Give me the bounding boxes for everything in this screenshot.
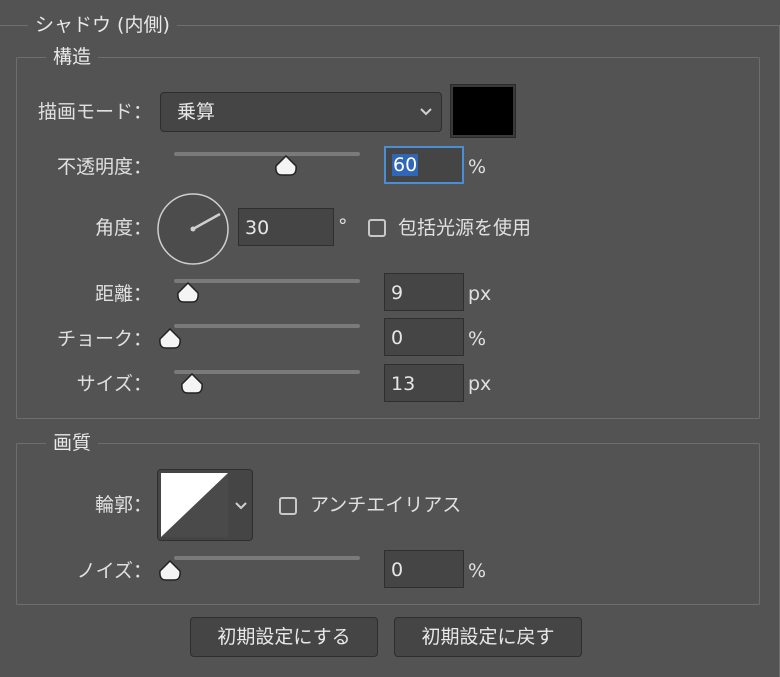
choke-unit: % [468,328,487,350]
choke-slider-thumb[interactable] [158,328,182,350]
size-input[interactable]: 13 [384,364,464,402]
angle-value: 30 [245,217,270,239]
opacity-input[interactable]: 60 [384,146,464,184]
distance-input[interactable]: 9 [384,273,464,311]
distance-slider-thumb[interactable] [176,282,200,304]
distance-label: 距離： [94,283,152,305]
blend-mode-label: 描画モード： [37,101,152,123]
distance-value: 9 [391,282,404,304]
panel-title: シャドウ (内側) [28,13,177,37]
noise-label: ノイズ： [76,560,152,582]
shadow-color-swatch[interactable] [450,84,516,138]
noise-value: 0 [391,559,404,581]
angle-unit: ° [338,215,348,237]
size-slider-thumb[interactable] [180,373,204,395]
choke-input[interactable]: 0 [384,318,464,356]
choke-slider-track[interactable] [174,324,360,328]
reset-default-button[interactable]: 初期設定に戻す [394,617,582,657]
distance-slider-track[interactable] [174,279,360,283]
contour-label: 輪郭： [94,494,152,516]
contour-preview-icon [161,473,228,537]
structure-legend: 構造 [46,45,99,69]
size-label: サイズ： [76,373,152,395]
quality-legend: 画質 [46,431,99,455]
choke-label: チョーク： [56,328,152,350]
blend-mode-select[interactable]: 乗算 [160,92,442,132]
global-light-label[interactable]: 包括光源を使用 [398,216,531,240]
chevron-down-icon [420,108,432,116]
angle-label: 角度： [94,217,152,239]
choke-value: 0 [391,327,404,349]
contour-picker[interactable] [157,469,253,541]
angle-dial[interactable] [155,191,231,267]
opacity-unit: % [468,156,487,178]
antialias-label[interactable]: アンチエイリアス [310,493,461,517]
noise-unit: % [468,560,487,582]
global-light-checkbox[interactable] [368,219,386,237]
opacity-value: 60 [392,154,419,176]
noise-input[interactable]: 0 [384,550,464,588]
make-default-button[interactable]: 初期設定にする [190,617,378,657]
swatch-fill [453,87,513,135]
noise-slider-thumb[interactable] [158,560,182,582]
distance-unit: px [468,283,492,305]
angle-input[interactable]: 30 [238,208,334,246]
opacity-slider-thumb[interactable] [274,155,298,177]
size-unit: px [468,373,492,395]
chevron-down-icon[interactable] [234,501,248,511]
opacity-label: 不透明度： [56,156,152,178]
noise-slider-track[interactable] [174,556,360,560]
antialias-checkbox[interactable] [279,497,297,515]
blend-mode-value: 乗算 [177,101,216,123]
opacity-slider-track[interactable] [174,152,360,156]
size-value: 13 [391,373,416,395]
